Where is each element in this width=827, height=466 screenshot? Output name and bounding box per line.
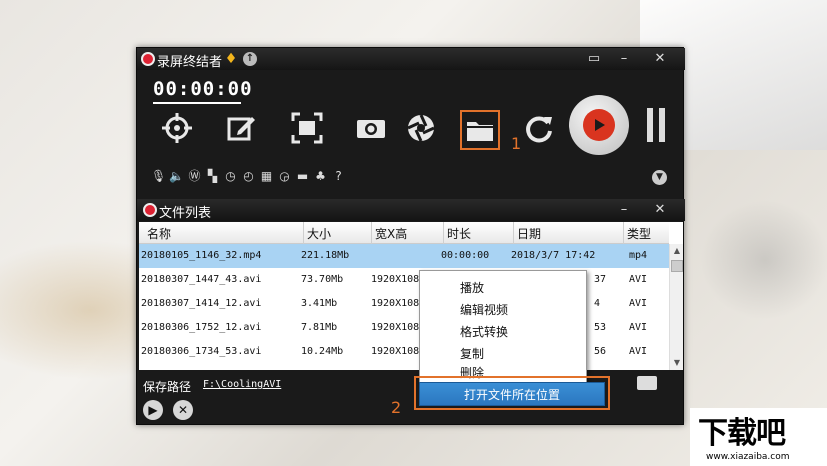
scroll-up-icon[interactable]: ▲ [670, 244, 683, 258]
table-row[interactable]: 20180306_1752_12.avi 7.81Mb 1920X108 53 … [139, 316, 669, 340]
background-blur-right [700, 200, 827, 320]
scroll-thumb[interactable] [671, 260, 683, 272]
cell-resolution: 1920X108 [371, 346, 420, 357]
file-list-title-bar: 文件列表 – ✕ [137, 199, 685, 221]
app-title: 录屏终结者 [157, 55, 223, 70]
close-button[interactable]: ✕ [649, 50, 671, 68]
annotation-1: 1 [511, 134, 522, 153]
menu-item-copy[interactable]: 复制 [460, 345, 484, 362]
cell-name: 20180307_1447_43.avi [141, 274, 262, 285]
app-logo-icon [141, 52, 155, 66]
cell-size: 73.70Mb [301, 274, 344, 285]
cell-size: 3.41Mb [301, 298, 338, 309]
microphone-icon[interactable]: 🎙 [151, 168, 166, 184]
timer-underline [153, 102, 241, 104]
app-window: 录屏终结者 ♦ ↑ ▭ – ✕ 00:00:00 1 🎙 🔈 Ⓦ ▚ ◷ ◴ ▦… [136, 47, 685, 425]
context-menu: 播放 编辑视频 格式转换 复制 删除 [419, 270, 587, 383]
play-file-button[interactable]: ▶ [143, 400, 163, 420]
edit-icon[interactable] [223, 110, 259, 146]
column-header-name[interactable]: 名称 [147, 225, 171, 242]
refresh-icon[interactable] [521, 110, 557, 146]
cell-type: AVI [629, 274, 648, 285]
column-header-resolution[interactable]: 宽X高 [375, 225, 407, 242]
cell-size: 10.24Mb [301, 346, 344, 357]
table-row[interactable]: 20180307_1414_12.avi 3.41Mb 1920X108 4 A… [139, 292, 669, 316]
table-row[interactable]: 20180105_1146_32.mp4 221.18Mb 00:00:00 2… [139, 244, 669, 268]
annotation-2: 2 [391, 398, 402, 417]
cell-resolution: 1920X108 [371, 274, 420, 285]
stopwatch-icon[interactable]: ◶ [277, 168, 292, 184]
cell-date: 53 [594, 322, 607, 333]
file-list-logo-icon [143, 203, 157, 217]
save-path-link[interactable]: F:\CoolingAVI [203, 379, 281, 390]
table-row[interactable]: 20180306_1734_53.avi 10.24Mb 1920X108 56… [139, 340, 669, 364]
info-icon[interactable]: ↑ [243, 52, 257, 66]
cell-resolution: 1920X108 [371, 322, 420, 333]
table-header: 名称 大小 宽X高 时长 日期 类型 [139, 222, 669, 244]
cell-size: 221.18Mb [301, 250, 350, 261]
watermark-logo: 下载吧 www.xiazaiba.com [690, 408, 827, 466]
crosshair-icon[interactable] [159, 110, 195, 146]
aperture-icon[interactable] [403, 110, 439, 146]
cell-name: 20180306_1734_53.avi [141, 346, 262, 357]
column-header-date[interactable]: 日期 [517, 225, 541, 242]
vertical-scrollbar[interactable]: ▲ ▼ [669, 244, 683, 370]
delete-file-button[interactable]: ✕ [173, 400, 193, 420]
cell-type: AVI [629, 346, 648, 357]
minus-icon[interactable]: ▬ [295, 168, 310, 184]
chevron-down-icon[interactable]: ▼ [652, 170, 667, 185]
options-bar: 🎙 🔈 Ⓦ ▚ ◷ ◴ ▦ ◶ ▬ ♣ ? [151, 168, 346, 186]
cell-resolution: 1920X108 [371, 298, 420, 309]
cell-type: AVI [629, 322, 648, 333]
file-list-minimize-button[interactable]: – [613, 201, 635, 219]
file-table: 名称 大小 宽X高 时长 日期 类型 20180105_1146_32.mp4 … [139, 222, 683, 370]
column-header-duration[interactable]: 时长 [447, 225, 471, 242]
record-timer: 00:00:00 [153, 78, 253, 100]
cell-name: 20180105_1146_32.mp4 [141, 250, 262, 261]
menu-item-open-location[interactable]: 打开文件所在位置 [419, 382, 605, 406]
watermark-url: www.xiazaiba.com [706, 452, 790, 462]
cell-date: 4 [594, 298, 601, 309]
folder-icon[interactable] [462, 112, 498, 148]
cell-type: AVI [629, 298, 648, 309]
save-path-label: 保存路径 [143, 380, 192, 394]
cell-name: 20180306_1752_12.avi [141, 322, 262, 333]
record-button[interactable] [569, 95, 629, 155]
pause-button[interactable] [645, 108, 667, 142]
settings-icon[interactable]: ▭ [583, 50, 605, 68]
cell-date: 56 [594, 346, 607, 357]
table-row[interactable]: 20180307_1447_43.avi 73.70Mb 1920X108 37… [139, 268, 669, 292]
vip-diamond-icon[interactable]: ♦ [223, 51, 239, 67]
watermark-icon[interactable]: ▚ [205, 168, 220, 184]
column-header-type[interactable]: 类型 [627, 225, 651, 242]
scroll-down-icon[interactable]: ▼ [670, 356, 683, 370]
shirt-icon[interactable]: ♣ [313, 168, 328, 184]
speaker-icon[interactable]: 🔈 [169, 168, 184, 184]
title-bar: 录屏终结者 ♦ ↑ ▭ – ✕ [137, 48, 685, 70]
clapper-icon[interactable]: ▦ [259, 168, 274, 184]
minimize-button[interactable]: – [613, 50, 635, 68]
file-list-title: 文件列表 [159, 206, 212, 221]
cell-type: mp4 [629, 250, 648, 261]
cell-date: 37 [594, 274, 607, 285]
cell-name: 20180307_1414_12.avi [141, 298, 262, 309]
camera-icon[interactable] [353, 110, 389, 146]
fullscreen-icon[interactable] [289, 110, 325, 146]
timer-icon[interactable]: ◷ [223, 168, 238, 184]
menu-item-convert[interactable]: 格式转换 [460, 323, 508, 340]
file-list-close-button[interactable]: ✕ [649, 201, 671, 219]
menu-item-edit-video[interactable]: 编辑视频 [460, 301, 508, 318]
cell-size: 7.81Mb [301, 322, 338, 333]
menu-item-play[interactable]: 播放 [460, 279, 484, 296]
cell-date: 2018/3/7 17:42 [511, 250, 596, 261]
cell-duration: 00:00:00 [441, 250, 490, 261]
browse-folder-icon[interactable] [637, 376, 657, 390]
wordpress-icon[interactable]: Ⓦ [187, 168, 202, 184]
column-header-size[interactable]: 大小 [307, 225, 331, 242]
help-icon[interactable]: ? [331, 168, 346, 184]
watermark-title: 下载吧 [698, 416, 786, 451]
clock-icon[interactable]: ◴ [241, 168, 256, 184]
play-icon [583, 109, 615, 141]
